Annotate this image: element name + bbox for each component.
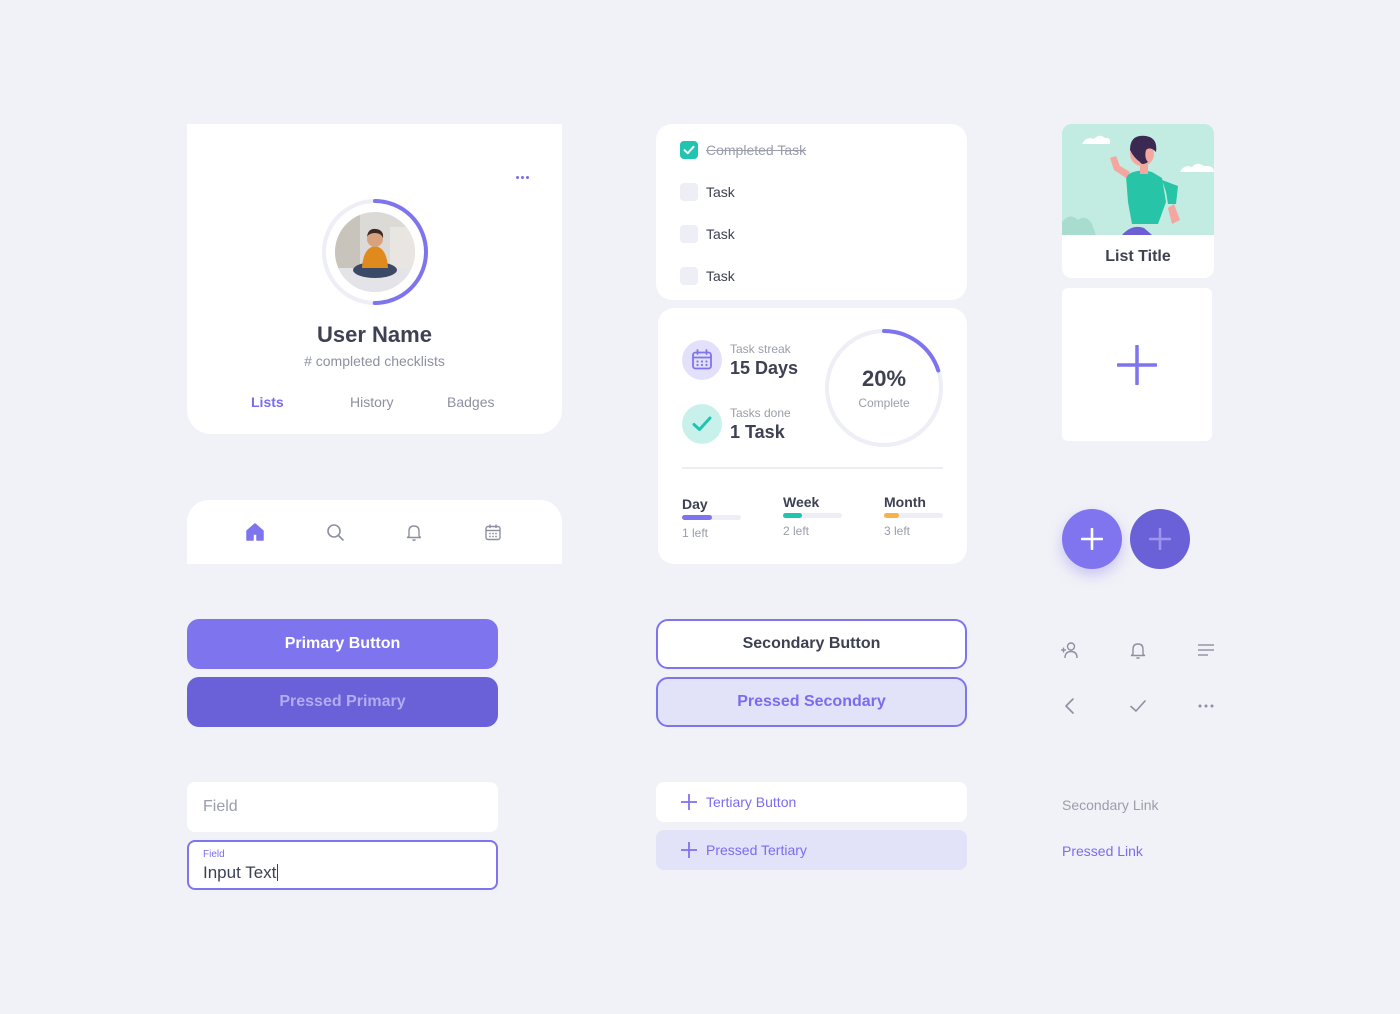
calendar-icon[interactable] xyxy=(483,522,503,542)
menu-lines-icon[interactable] xyxy=(1196,640,1216,660)
empty-field[interactable]: Field xyxy=(187,782,498,832)
list-card[interactable]: List Title xyxy=(1062,124,1214,278)
bell-icon[interactable] xyxy=(404,522,424,542)
task-label: Completed Task xyxy=(706,142,807,158)
task-item[interactable]: Task xyxy=(680,267,735,285)
task-item[interactable]: Task xyxy=(680,225,735,243)
task-label: Task xyxy=(706,226,735,242)
field-placeholder: Field xyxy=(203,798,238,815)
tasks-done-label: Tasks done xyxy=(730,406,791,420)
check-circle-icon xyxy=(682,404,722,444)
period-name: Month xyxy=(884,494,926,510)
plus-icon xyxy=(681,842,697,858)
period-progress-bar xyxy=(783,513,842,518)
checkbox[interactable] xyxy=(680,267,698,285)
list-title: List Title xyxy=(1105,248,1171,265)
stats-card: Task streak 15 Days Tasks done 1 Task 20… xyxy=(658,308,967,564)
add-list-card[interactable] xyxy=(1062,288,1212,441)
period-name: Week xyxy=(783,494,820,510)
divider xyxy=(682,467,943,469)
pressed-link[interactable]: Pressed Link xyxy=(1062,843,1143,859)
user-name: User Name xyxy=(317,322,432,347)
task-checklist: Completed Task Task Task Task xyxy=(656,124,967,300)
completion-label: Complete xyxy=(858,396,910,410)
avatar[interactable] xyxy=(335,212,415,292)
more-dots-icon[interactable] xyxy=(1196,696,1216,716)
pressed-tertiary-button-label: Pressed Tertiary xyxy=(706,842,807,858)
tab-badges[interactable]: Badges xyxy=(447,394,494,410)
task-item-completed[interactable]: Completed Task xyxy=(680,141,806,159)
field-value: Input Text xyxy=(203,863,277,882)
pressed-tertiary-button[interactable]: Pressed Tertiary xyxy=(656,830,967,870)
plus-icon xyxy=(1117,345,1157,385)
checkbox[interactable] xyxy=(680,225,698,243)
period-week: Week 2 left xyxy=(783,494,843,538)
bottom-nav xyxy=(187,500,562,564)
check-icon[interactable] xyxy=(1128,696,1148,716)
text-caret xyxy=(277,864,279,881)
task-label: Task xyxy=(706,268,735,284)
tab-history[interactable]: History xyxy=(350,394,394,410)
filled-field[interactable]: Field Input Text xyxy=(187,840,498,890)
pressed-secondary-button[interactable]: Pressed Secondary xyxy=(656,677,967,727)
period-left: 3 left xyxy=(884,524,911,538)
streak-value: 15 Days xyxy=(730,358,799,378)
pressed-add-fab-button[interactable] xyxy=(1130,509,1190,569)
runner-illustration xyxy=(1062,124,1214,235)
tasks-done-value: 1 Task xyxy=(730,422,785,442)
secondary-link[interactable]: Secondary Link xyxy=(1062,797,1159,813)
pressed-primary-button[interactable]: Pressed Primary xyxy=(187,677,498,727)
checked-checkbox[interactable] xyxy=(680,141,698,159)
search-icon[interactable] xyxy=(325,522,345,542)
period-left: 2 left xyxy=(783,524,810,538)
secondary-button[interactable]: Secondary Button xyxy=(656,619,967,669)
period-left: 1 left xyxy=(682,526,709,540)
calendar-icon xyxy=(682,340,722,380)
checkbox[interactable] xyxy=(680,183,698,201)
bell-icon[interactable] xyxy=(1128,640,1148,660)
period-day: Day 1 left xyxy=(682,496,742,540)
primary-button[interactable]: Primary Button xyxy=(187,619,498,669)
chevron-left-icon[interactable] xyxy=(1060,696,1080,716)
more-dots-icon[interactable] xyxy=(516,176,530,180)
task-label: Task xyxy=(706,184,735,200)
period-progress-bar xyxy=(682,515,741,520)
tab-lists[interactable]: Lists xyxy=(251,394,284,410)
user-subtitle: # completed checklists xyxy=(304,353,445,369)
plus-icon xyxy=(1149,528,1171,550)
profile-card: User Name # completed checklists Lists H… xyxy=(187,124,562,434)
field-label: Field xyxy=(203,849,225,860)
plus-icon xyxy=(681,794,697,810)
tertiary-button[interactable]: Tertiary Button xyxy=(656,782,967,822)
period-progress-bar xyxy=(884,513,943,518)
streak-label: Task streak xyxy=(730,342,791,356)
tertiary-button-label: Tertiary Button xyxy=(706,794,797,810)
task-item[interactable]: Task xyxy=(680,183,735,201)
add-user-icon[interactable] xyxy=(1060,640,1080,660)
period-name: Day xyxy=(682,496,708,512)
completion-percent: 20% xyxy=(861,366,907,391)
home-icon[interactable] xyxy=(245,522,265,542)
period-month: Month 3 left xyxy=(884,494,944,538)
add-fab-button[interactable] xyxy=(1062,509,1122,569)
plus-icon xyxy=(1081,528,1103,550)
